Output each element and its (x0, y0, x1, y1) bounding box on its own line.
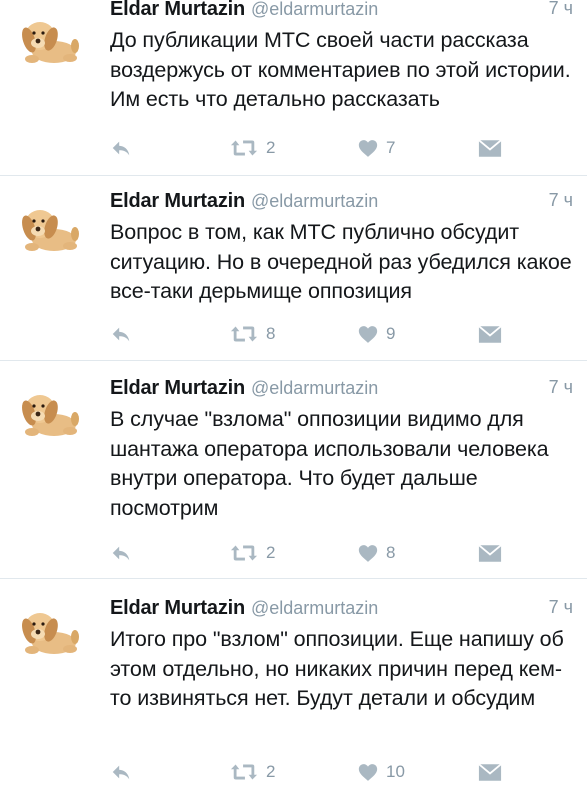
avatar[interactable] (18, 200, 82, 256)
tweet-header: Eldar Murtazin @eldarmurtazin 7 ч (110, 597, 587, 623)
heart-icon (358, 139, 378, 158)
direct-message-button[interactable] (478, 541, 502, 565)
author-handle[interactable]: @eldarmurtazin (251, 191, 378, 211)
like-button[interactable]: 8 (358, 541, 395, 565)
author-name[interactable]: Eldar Murtazin (110, 597, 245, 619)
author-name[interactable]: Eldar Murtazin (110, 0, 245, 20)
retweet-button[interactable]: 2 (230, 760, 275, 784)
tweet-header: Eldar Murtazin @eldarmurtazin 7 ч (110, 0, 587, 24)
reply-icon (110, 542, 132, 564)
tweet-text: Вопрос в том, как МТС публично обсудит с… (110, 220, 572, 303)
retweet-icon (230, 542, 258, 564)
tweet[interactable]: Eldar Murtazin @eldarmurtazin 7 ч Итого п… (0, 579, 587, 800)
author-name[interactable]: Eldar Murtazin (110, 190, 245, 212)
author-handle[interactable]: @eldarmurtazin (251, 598, 378, 618)
retweet-icon (230, 137, 258, 159)
tweet-actions: 2 10 (110, 760, 510, 784)
reply-button[interactable] (110, 541, 132, 565)
author-name[interactable]: Eldar Murtazin (110, 377, 245, 399)
tweet-actions: 2 7 (110, 136, 510, 160)
tweet-text: До публикации МТС своей части рассказа в… (110, 28, 571, 111)
direct-message-button[interactable] (478, 136, 502, 160)
tweet[interactable]: Eldar Murtazin @eldarmurtazin 7 ч Вопрос … (0, 176, 587, 361)
heart-icon (358, 544, 378, 563)
reply-icon (110, 137, 132, 159)
tweet[interactable]: Eldar Murtazin @eldarmurtazin 7 ч В случа… (0, 361, 587, 579)
heart-icon (358, 763, 378, 782)
reply-button[interactable] (110, 322, 132, 346)
retweet-icon (230, 323, 258, 345)
tweet-header: Eldar Murtazin @eldarmurtazin 7 ч (110, 377, 587, 403)
tweet-actions: 8 9 (110, 322, 510, 346)
envelope-icon (478, 544, 502, 563)
retweet-count: 8 (266, 324, 276, 343)
like-button[interactable]: 9 (358, 322, 395, 346)
reply-button[interactable] (110, 136, 132, 160)
timestamp[interactable]: 7 ч (549, 597, 573, 618)
avatar[interactable] (18, 603, 82, 659)
retweet-count: 2 (266, 543, 276, 562)
tweet-text: В случае "взлома" оппозиции видимо для ш… (110, 407, 549, 520)
like-count: 10 (386, 762, 405, 781)
timestamp[interactable]: 7 ч (549, 0, 573, 19)
author-handle[interactable]: @eldarmurtazin (251, 0, 378, 19)
tweet-text: Итого про "взлом" оппозиции. Еще напишу … (110, 627, 564, 710)
reply-icon (110, 761, 132, 783)
like-count: 8 (386, 543, 396, 562)
envelope-icon (478, 139, 502, 158)
timeline: Eldar Murtazin @eldarmurtazin 7 ч До публ… (0, 0, 587, 800)
envelope-icon (478, 763, 502, 782)
tweet-actions: 2 8 (110, 541, 510, 565)
retweet-button[interactable]: 2 (230, 541, 275, 565)
retweet-icon (230, 761, 258, 783)
like-count: 7 (386, 138, 396, 157)
reply-icon (110, 323, 132, 345)
tweet-header: Eldar Murtazin @eldarmurtazin 7 ч (110, 190, 587, 216)
retweet-button[interactable]: 8 (230, 322, 275, 346)
like-button[interactable]: 10 (358, 760, 405, 784)
tweet[interactable]: Eldar Murtazin @eldarmurtazin 7 ч До публ… (0, 0, 587, 176)
like-count: 9 (386, 324, 396, 343)
retweet-count: 2 (266, 138, 276, 157)
author-handle[interactable]: @eldarmurtazin (251, 378, 378, 398)
timestamp[interactable]: 7 ч (549, 377, 573, 398)
direct-message-button[interactable] (478, 322, 502, 346)
avatar[interactable] (18, 385, 82, 441)
timestamp[interactable]: 7 ч (549, 190, 573, 211)
heart-icon (358, 325, 378, 344)
direct-message-button[interactable] (478, 760, 502, 784)
retweet-button[interactable]: 2 (230, 136, 275, 160)
reply-button[interactable] (110, 760, 132, 784)
like-button[interactable]: 7 (358, 136, 395, 160)
retweet-count: 2 (266, 762, 276, 781)
avatar[interactable] (18, 12, 82, 68)
envelope-icon (478, 325, 502, 344)
